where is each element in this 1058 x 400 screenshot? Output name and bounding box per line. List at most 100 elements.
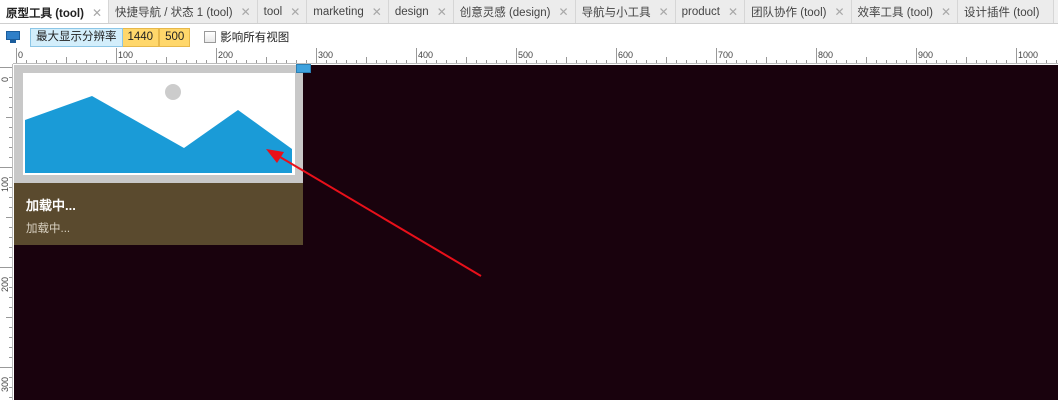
ruler-tick [1006,60,1007,63]
tab-label: 效率工具 (tool) [857,7,933,19]
ruler-label: 300 [318,50,334,60]
ruler-tick [9,257,12,258]
tab-product[interactable]: product ✕ [675,0,746,23]
selection-marker[interactable] [296,64,311,73]
ruler-tick [506,60,507,63]
mountain-shape [25,96,292,173]
ruler-label: 500 [518,50,534,60]
ruler-tick [76,60,77,63]
ruler-tick [946,60,947,63]
affect-all-views-option[interactable]: 影响所有视图 [204,29,289,45]
ruler-label: 0 [18,50,24,60]
ruler-tick [446,60,447,63]
ruler-tick [326,60,327,63]
tab-creative-inspiration[interactable]: 创意灵感 (design) ✕ [453,0,576,23]
ruler-tick [696,60,697,63]
ruler-corner [0,49,13,64]
ruler-tick [756,60,757,63]
ruler-tick [986,60,987,63]
ruler-tick [66,57,67,63]
tab-label: 团队协作 (tool) [751,7,827,19]
ruler-tick [826,60,827,63]
ruler-tick [9,347,12,348]
ruler-tick [46,60,47,63]
ruler-tick [616,48,617,63]
ruler-tick [226,60,227,63]
ruler-tick [276,60,277,63]
tab-label: marketing [313,6,364,18]
ruler-tick [966,57,967,63]
ruler-tick [786,60,787,63]
ruler-tick [156,60,157,63]
close-icon[interactable]: ✕ [834,5,844,19]
ruler-label: 0 [0,76,10,82]
ruler-tick [806,60,807,63]
ruler-tick [9,197,12,198]
ruler-tick [876,60,877,63]
ruler-tick [436,60,437,63]
close-icon[interactable]: ✕ [241,5,251,19]
card-image-frame [14,65,303,183]
vertical-ruler[interactable]: 0 100 200 300 [0,64,13,400]
ruler-tick [546,60,547,63]
ruler-tick [186,60,187,63]
ruler-tick [1026,60,1027,63]
ruler-tick [796,60,797,63]
tab-nav-widgets[interactable]: 导航与小工具 ✕ [575,0,676,23]
tab-marketing[interactable]: marketing ✕ [307,0,389,23]
ruler-tick [526,60,527,63]
ruler-tick [776,60,777,63]
card-body: 加载中... 加载中... [14,183,303,245]
ruler-tick [346,60,347,63]
tab-design[interactable]: design ✕ [388,0,454,23]
breakpoint-1440-button[interactable]: 1440 [122,27,160,47]
ruler-tick [726,60,727,63]
ruler-tick [36,60,37,63]
ruler-tick [766,57,767,63]
close-icon[interactable]: ✕ [290,5,300,19]
affect-all-views-checkbox[interactable] [204,31,217,43]
breakpoint-500-button[interactable]: 500 [159,27,191,47]
monitor-icon[interactable] [6,30,22,44]
ruler-tick [836,60,837,63]
ruler-label: 700 [718,50,734,60]
ruler-tick [9,397,12,398]
ruler-tick [216,48,217,63]
tab-prototype-tools[interactable]: 原型工具 (tool) ✕ [0,0,109,23]
close-icon[interactable]: ✕ [372,5,382,19]
tab-quick-nav[interactable]: 快捷导航 / 状态 1 (tool) ✕ [109,0,258,23]
tab-tool[interactable]: tool ✕ [257,0,308,23]
ruler-tick [466,57,467,63]
ruler-tick [596,60,597,63]
close-icon[interactable]: ✕ [92,6,102,20]
breakpoint-label[interactable]: 最大显示分辨率 [30,27,123,47]
close-icon[interactable]: ✕ [659,5,669,19]
ruler-tick [1056,60,1057,63]
tab-efficiency-tools[interactable]: 效率工具 (tool) ✕ [851,0,958,23]
adaptive-view-toolbar: 最大显示分辨率 1440 500 影响所有视图 [0,25,1058,49]
ruler-tick [136,60,137,63]
close-icon[interactable]: ✕ [941,5,951,19]
tab-team-collab[interactable]: 团队协作 (tool) ✕ [745,0,852,23]
ruler-tick [996,60,997,63]
ruler-label: 100 [0,176,10,192]
horizontal-ruler[interactable]: 0 100 200 300 400 500 600 700 800 900 1000 [13,48,1058,64]
ruler-tick [56,60,57,63]
tab-bar: 原型工具 (tool) ✕ 快捷导航 / 状态 1 (tool) ✕ tool … [0,0,1058,24]
tab-label: 快捷导航 / 状态 1 (tool) [115,7,233,19]
ruler-tick [556,60,557,63]
image-placeholder-svg [25,84,292,173]
ruler-tick [496,60,497,63]
loading-card[interactable]: 加载中... 加载中... [14,65,303,245]
monitor-screen [6,31,20,40]
ruler-label: 300 [0,376,10,392]
ruler-tick [9,327,12,328]
ruler-tick [196,60,197,63]
card-title: 加载中... [26,198,76,213]
close-icon[interactable]: ✕ [437,5,447,19]
close-icon[interactable]: ✕ [728,5,738,19]
close-icon[interactable]: ✕ [559,5,569,19]
ruler-tick [9,307,12,308]
tab-design-plugins[interactable]: 设计插件 (tool) [958,0,1055,23]
ruler-tick [706,60,707,63]
